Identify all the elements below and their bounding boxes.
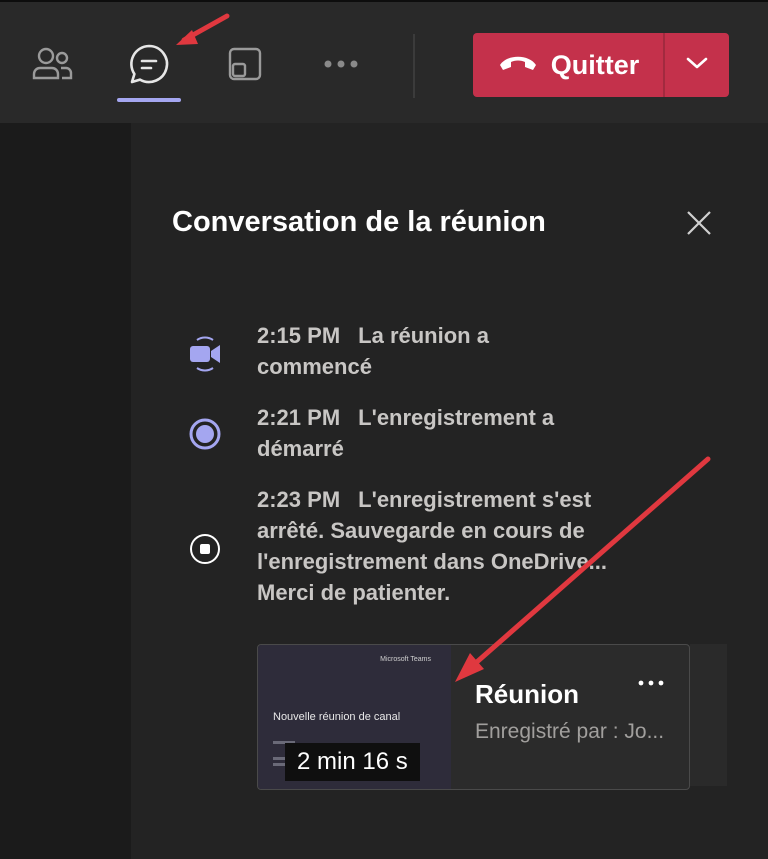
people-icon[interactable] xyxy=(30,42,74,86)
close-icon[interactable] xyxy=(682,206,716,240)
chat-event: 2:23 PM L'enregistrement s'est arrêté. Sa… xyxy=(257,484,607,608)
leave-options-button[interactable] xyxy=(665,33,729,97)
recording-subtitle: Enregistré par : Jo... xyxy=(475,720,665,743)
recording-card[interactable]: Microsoft Teams Nouvelle réunion de cana… xyxy=(257,644,690,790)
chevron-down-icon xyxy=(686,56,708,75)
recording-title: Réunion xyxy=(475,679,579,709)
next-card-peek xyxy=(690,644,727,786)
event-time: 2:21 PM xyxy=(257,405,341,430)
toolbar-divider xyxy=(413,34,415,98)
share-screen-icon[interactable] xyxy=(223,42,267,86)
hang-up-phone-icon xyxy=(497,52,539,79)
thumbnail-logo: Microsoft Teams xyxy=(380,656,431,663)
record-icon xyxy=(187,416,223,452)
chat-icon[interactable] xyxy=(127,42,171,86)
event-time: 2:15 PM xyxy=(257,323,341,348)
video-camera-icon xyxy=(187,336,223,372)
meeting-toolbar: Quitter xyxy=(0,0,768,123)
chat-event: 2:15 PM La réunion a commencé xyxy=(257,320,607,382)
more-options-icon[interactable] xyxy=(319,42,363,86)
active-tab-indicator xyxy=(117,98,181,102)
stop-icon xyxy=(187,531,223,567)
more-icon[interactable] xyxy=(636,673,666,693)
chat-event: 2:21 PM L'enregistrement a démarré xyxy=(257,402,607,464)
recording-thumbnail[interactable]: Microsoft Teams Nouvelle réunion de cana… xyxy=(258,645,451,789)
thumbnail-title: Nouvelle réunion de canal xyxy=(273,711,401,723)
leave-button-group: Quitter xyxy=(473,33,729,97)
recording-duration: 2 min 16 s xyxy=(285,743,420,781)
left-stage-area xyxy=(0,123,131,859)
event-time: 2:23 PM xyxy=(257,487,341,512)
leave-button[interactable]: Quitter xyxy=(473,33,663,97)
panel-title: Conversation de la réunion xyxy=(172,206,546,238)
leave-button-label: Quitter xyxy=(550,49,640,80)
